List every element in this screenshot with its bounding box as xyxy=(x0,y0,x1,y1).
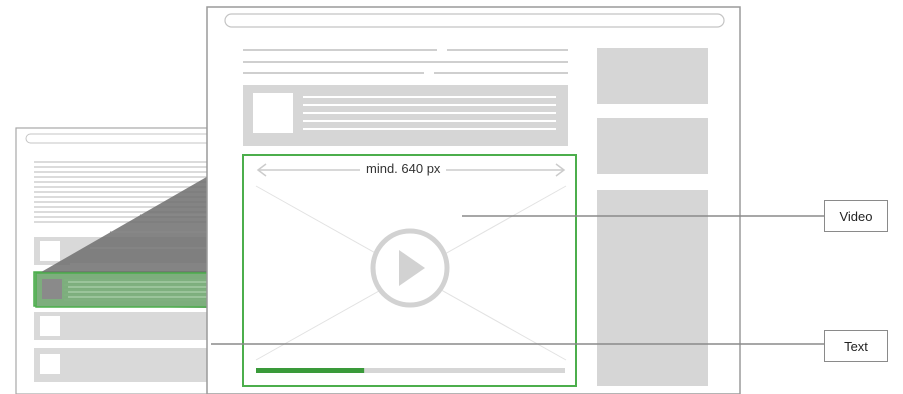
back-list-item xyxy=(34,348,210,382)
text-callout-box: Text xyxy=(824,330,888,362)
play-icon xyxy=(370,228,450,308)
video-width-label: mind. 640 px xyxy=(360,161,447,176)
text-callout-label: Text xyxy=(844,338,868,354)
back-list-item xyxy=(34,312,210,340)
front-browser-window xyxy=(206,6,741,394)
sidebar-box-3 xyxy=(597,190,708,386)
sidebar-box-2 xyxy=(597,118,708,174)
sidebar-box-1 xyxy=(597,48,708,104)
progress-fill xyxy=(256,368,365,373)
highlighted-item-thumb xyxy=(42,279,62,299)
page-layout-diagram xyxy=(15,6,824,394)
video-callout-box: Video xyxy=(824,200,888,232)
video-frame xyxy=(242,154,577,387)
highlighted-item-overlay xyxy=(35,272,211,308)
front-window-address-bar xyxy=(224,13,725,28)
teaser-block xyxy=(243,85,568,146)
back-window-address-bar xyxy=(25,133,213,144)
video-callout-label: Video xyxy=(839,208,873,224)
